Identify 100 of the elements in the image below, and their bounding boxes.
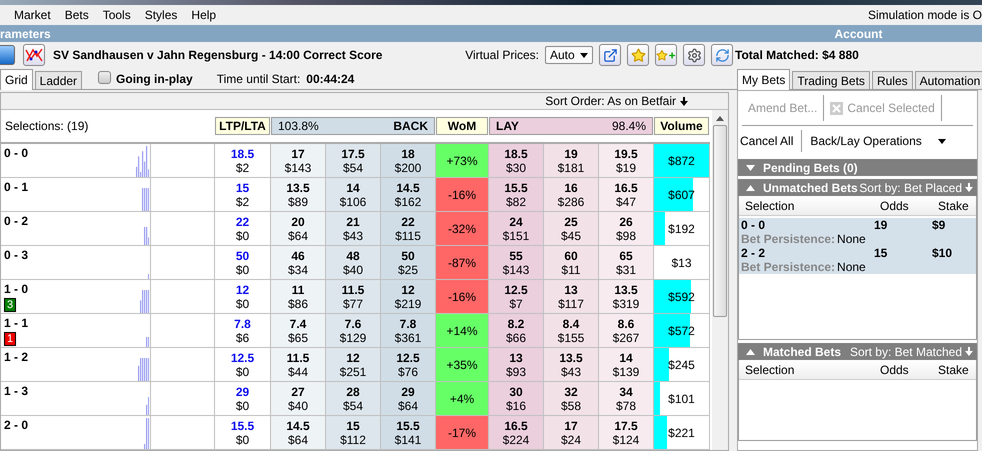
- menu-item[interactable]: Market: [14, 8, 51, 22]
- down-arrow-icon: [680, 96, 688, 106]
- cancel-all-button[interactable]: Cancel All: [738, 130, 802, 152]
- column-header: WoM: [436, 117, 488, 135]
- back-price-cell[interactable]: 13.5 $89: [271, 178, 326, 211]
- total-matched: Total Matched: $4 880: [735, 48, 859, 62]
- scrollbar[interactable]: [712, 110, 728, 450]
- back-price-cell[interactable]: 50 $25: [381, 246, 436, 279]
- column-header: Stake: [937, 198, 970, 212]
- lay-price-cell[interactable]: 12.5 $7: [489, 280, 544, 313]
- column-header: Selection: [744, 198, 796, 212]
- back-price-cell[interactable]: 17.5 $54: [326, 144, 381, 177]
- lay-price-cell[interactable]: 60 $11: [544, 246, 599, 279]
- lay-price-cell[interactable]: 8.2 $66: [489, 314, 544, 347]
- back-price-cell[interactable]: 28 $54: [326, 382, 381, 415]
- back-price-cell[interactable]: 21 $43: [326, 212, 381, 245]
- lay-price-cell[interactable]: 26 $98: [599, 212, 654, 245]
- time-value: 00:44:24: [306, 72, 354, 86]
- lay-price-cell[interactable]: 13 $117: [544, 280, 599, 313]
- refresh-icon[interactable]: [711, 44, 733, 66]
- sort-order[interactable]: Sort Order: As on Betfair: [545, 94, 688, 108]
- popout-icon[interactable]: [599, 44, 621, 66]
- back-price-cell[interactable]: 14.5 $64: [271, 416, 326, 449]
- menu-item[interactable]: Help: [191, 8, 216, 22]
- section-header[interactable]: Pending Bets (0): [738, 159, 977, 176]
- back-price-cell[interactable]: 46 $34: [271, 246, 326, 279]
- unmatched-bet-row[interactable]: 0 - 0 19 $9 Bet Persistence: None: [739, 218, 976, 246]
- expand-icon: [746, 164, 755, 170]
- lay-header: LAY 98.4%: [489, 117, 653, 135]
- lay-price-cell[interactable]: 17 $24: [544, 416, 599, 449]
- chart-icon[interactable]: [23, 44, 45, 66]
- price-histogram: [146, 396, 149, 415]
- wom-cell: -17%: [436, 416, 489, 449]
- lay-price-cell[interactable]: 14 $139: [599, 348, 654, 381]
- lay-price-cell[interactable]: 15.5 $82: [489, 178, 544, 211]
- lay-price-cell[interactable]: 16 $286: [544, 178, 599, 211]
- selection-name: 2 - 0: [4, 418, 28, 432]
- panel-header: rameters: [0, 25, 735, 42]
- back-price-cell[interactable]: 12.5 $76: [381, 348, 436, 381]
- bets-tab[interactable]: Trading Bets: [792, 71, 870, 89]
- lay-price-cell[interactable]: 24 $151: [489, 212, 544, 245]
- back-price-cell[interactable]: 12 $251: [326, 348, 381, 381]
- panel-header: Account: [735, 25, 982, 42]
- lay-price-cell[interactable]: 13.5 $319: [599, 280, 654, 313]
- operations-dropdown[interactable]: Back/Lay Operations: [802, 130, 954, 152]
- bets-tab[interactable]: Rules: [872, 71, 913, 89]
- lay-price-cell[interactable]: 25 $45: [544, 212, 599, 245]
- menu-item[interactable]: Bets: [64, 8, 89, 22]
- back-header: 103.8% BACK: [271, 117, 435, 135]
- back-price-cell[interactable]: 48 $40: [326, 246, 381, 279]
- menu-item[interactable]: Tools: [102, 8, 131, 22]
- back-price-cell[interactable]: 7.6 $129: [326, 314, 381, 347]
- lay-price-cell[interactable]: 55 $143: [489, 246, 544, 279]
- bets-tab[interactable]: My Bets: [737, 69, 790, 90]
- lay-price-cell[interactable]: 65 $31: [599, 246, 654, 279]
- back-price-cell[interactable]: 11 $86: [271, 280, 326, 313]
- bets-tab[interactable]: Automation: [914, 71, 982, 89]
- sort-by-label[interactable]: Sort by: Bet Matched: [850, 344, 973, 358]
- back-price-cell[interactable]: 29 $64: [381, 382, 436, 415]
- lay-price-cell[interactable]: 30 $16: [489, 382, 544, 415]
- lay-price-cell[interactable]: 19 $181: [544, 144, 599, 177]
- view-tab[interactable]: Ladder: [34, 71, 82, 89]
- scroll-up-icon[interactable]: [716, 116, 724, 121]
- back-price-cell[interactable]: 12 $219: [381, 280, 436, 313]
- lay-price-cell[interactable]: 32 $58: [544, 382, 599, 415]
- section-header[interactable]: Matched Bets Sort by: Bet Matched: [738, 343, 977, 360]
- lay-price-cell[interactable]: 8.6 $267: [599, 314, 654, 347]
- lay-price-cell[interactable]: 34 $78: [599, 382, 654, 415]
- back-price-cell[interactable]: 7.8 $361: [381, 314, 436, 347]
- back-price-cell[interactable]: 14.5 $162: [381, 178, 436, 211]
- lay-price-cell[interactable]: 16.5 $47: [599, 178, 654, 211]
- back-price-cell[interactable]: 17 $143: [271, 144, 326, 177]
- back-price-cell[interactable]: 15.5 $141: [381, 416, 436, 449]
- lay-price-cell[interactable]: 13.5 $43: [544, 348, 599, 381]
- back-price-cell[interactable]: 14 $106: [326, 178, 381, 211]
- toolbar-button[interactable]: [0, 45, 15, 65]
- lay-price-cell[interactable]: 17.5 $124: [599, 416, 654, 449]
- menu-item[interactable]: Styles: [144, 8, 178, 22]
- unmatched-bet-row[interactable]: 2 - 2 15 $10 Bet Persistence: None: [739, 246, 976, 274]
- back-price-cell[interactable]: 27 $40: [271, 382, 326, 415]
- back-price-cell[interactable]: 11.5 $44: [271, 348, 326, 381]
- lay-price-cell[interactable]: 13 $93: [489, 348, 544, 381]
- price-histogram: [144, 226, 149, 245]
- back-price-cell[interactable]: 11.5 $77: [326, 280, 381, 313]
- settings-icon[interactable]: [683, 44, 705, 66]
- position-badge: 3: [4, 298, 16, 312]
- section-header[interactable]: Unmatched BetsSort by: Bet Placed: [738, 179, 977, 196]
- back-price-cell[interactable]: 20 $64: [271, 212, 326, 245]
- lay-price-cell[interactable]: 8.4 $155: [544, 314, 599, 347]
- lay-price-cell[interactable]: 19.5 $19: [599, 144, 654, 177]
- lay-price-cell[interactable]: 16.5 $224: [489, 416, 544, 449]
- sort-by-label[interactable]: Sort by: Bet Placed: [859, 180, 973, 194]
- back-price-cell[interactable]: 18 $200: [381, 144, 436, 177]
- back-price-cell[interactable]: 22 $115: [381, 212, 436, 245]
- checkbox[interactable]: [98, 71, 112, 84]
- back-price-cell[interactable]: 7.4 $65: [271, 314, 326, 347]
- virtual-prices-select[interactable]: Auto: [545, 46, 593, 64]
- back-price-cell[interactable]: 15 $112: [326, 416, 381, 449]
- lay-price-cell[interactable]: 18.5 $30: [489, 144, 544, 177]
- view-tab[interactable]: Grid: [0, 69, 33, 90]
